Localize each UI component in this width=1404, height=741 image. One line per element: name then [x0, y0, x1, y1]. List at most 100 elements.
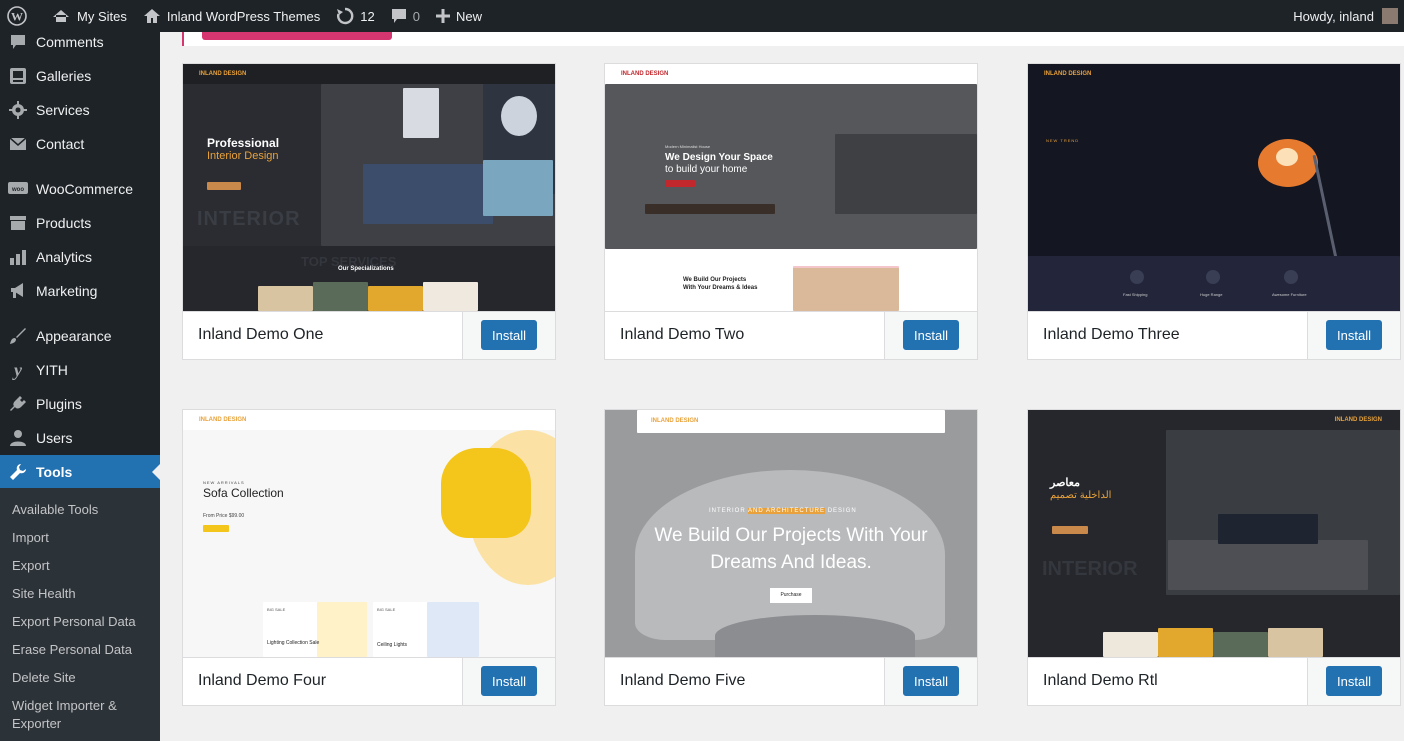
preview-headline: معاصر — [1050, 477, 1080, 489]
install-button[interactable]: Install — [1326, 666, 1382, 696]
menu-users[interactable]: Users — [0, 421, 160, 455]
install-button[interactable]: Install — [481, 320, 537, 350]
new-label: New — [455, 8, 482, 24]
submenu-widget-importer-exporter[interactable]: Widget Importer & Exporter — [12, 697, 152, 733]
preview-tile — [1103, 632, 1158, 657]
demo-card-footer: Inland Demo Two Install — [605, 311, 977, 359]
demo-preview-image[interactable]: INLAND DESIGN Professional Interior Desi… — [183, 64, 555, 311]
updates-menu[interactable]: 12 — [328, 0, 382, 32]
preview-tile — [368, 286, 423, 311]
preview-headline-sub: الداخلية تصميم — [1050, 490, 1112, 501]
menu-appearance[interactable]: Appearance — [0, 319, 160, 353]
plug-icon — [0, 395, 36, 413]
preview-logo: INLAND DESIGN — [1044, 71, 1092, 77]
preview-eyebrow-part: INTERIOR — [709, 508, 746, 514]
preview-logo: INLAND DESIGN — [621, 71, 669, 77]
menu-services[interactable]: Services — [0, 93, 160, 127]
preview-feature-icon — [1284, 270, 1298, 284]
preview-tile — [1268, 628, 1323, 657]
demo-preview-image[interactable]: INLAND DESIGN NEW TREND Fast Shipping Hu… — [1028, 64, 1400, 311]
submenu-delete-site[interactable]: Delete Site — [12, 669, 152, 687]
megaphone-icon — [0, 282, 36, 300]
install-button[interactable]: Install — [1326, 320, 1382, 350]
new-content-menu[interactable]: New — [428, 0, 490, 32]
site-name-menu[interactable]: Inland WordPress Themes — [135, 0, 328, 32]
menu-comments[interactable]: Comments — [0, 25, 160, 59]
preview-eyebrow-highlight: AND ARCHITECTURE — [748, 508, 826, 514]
menu-woocommerce[interactable]: woo WooCommerce — [0, 172, 160, 206]
demo-preview-image[interactable]: INLAND DESIGN INTERIOR AND ARCHITECTURE … — [605, 410, 977, 657]
preview-button — [207, 182, 241, 190]
demo-name: Inland Demo Five — [620, 672, 746, 689]
submenu-site-health[interactable]: Site Health — [12, 585, 152, 603]
menu-plugins[interactable]: Plugins — [0, 387, 160, 421]
preview-subtitle: Our Specializations — [338, 266, 394, 272]
preview-promo-title: Lighting Collection Sale — [267, 640, 320, 646]
comments-count: 0 — [412, 8, 420, 24]
demo-actions: Install — [1307, 312, 1400, 359]
demo-card: INLAND DESIGN NEW TREND Fast Shipping Hu… — [1027, 63, 1401, 360]
preview-feature-label: Huge Range — [1200, 292, 1223, 297]
menu-analytics[interactable]: Analytics — [0, 240, 160, 274]
preview-headline: We Build Our Projects With Your — [654, 525, 928, 546]
menu-products[interactable]: Products — [0, 206, 160, 240]
menu-yith[interactable]: y YITH — [0, 353, 160, 387]
comment-icon — [391, 9, 406, 23]
menu-label: Marketing — [36, 283, 98, 299]
preview-button — [1052, 526, 1088, 534]
menu-label: YITH — [36, 362, 68, 378]
submenu-export-personal-data[interactable]: Export Personal Data — [12, 613, 152, 631]
demo-preview-image[interactable]: INLAND DESIGN Modern Minimalist House We… — [605, 64, 977, 311]
demo-name: Inland Demo Three — [1043, 326, 1180, 343]
preview-headline-sub: Interior Design — [207, 150, 279, 162]
refresh-icon — [337, 7, 354, 25]
demo-card: INLAND DESIGN معاصر الداخلية تصميم INTER… — [1027, 409, 1401, 706]
demo-name: Inland Demo One — [198, 326, 324, 343]
preview-subtitle: We Build Our Projects — [683, 277, 747, 283]
preview-promo-tag: BIG SALE — [377, 607, 396, 612]
comments-menu[interactable]: 0 — [383, 0, 428, 32]
demo-card-footer: Inland Demo Four Install — [183, 657, 555, 705]
submenu-import[interactable]: Import — [12, 529, 152, 547]
preview-nav: INLAND DESIGN — [183, 64, 555, 84]
my-account-menu[interactable]: Howdy, inland — [1293, 8, 1404, 24]
wrench-icon — [0, 463, 36, 481]
comment-icon — [0, 33, 36, 51]
preview-logo: INLAND DESIGN — [199, 71, 247, 77]
preview-logo: INLAND DESIGN — [651, 418, 699, 424]
preview-room — [793, 266, 899, 311]
preview-sofa — [835, 134, 977, 214]
submenu-available-tools[interactable]: Available Tools — [12, 501, 152, 519]
preview-tile — [423, 282, 478, 311]
my-sites-label: My Sites — [77, 8, 127, 24]
yith-icon: y — [0, 360, 36, 380]
demo-preview-image[interactable]: INLAND DESIGN معاصر الداخلية تصميم INTER… — [1028, 410, 1400, 657]
tools-submenu: Available Tools Import Export Site Healt… — [0, 488, 160, 741]
archive-icon — [0, 215, 36, 231]
preview-bed — [363, 164, 493, 224]
bar-chart-icon — [0, 249, 36, 265]
menu-tools[interactable]: Tools — [0, 455, 160, 489]
submenu-export[interactable]: Export — [12, 557, 152, 575]
svg-text:y: y — [12, 360, 23, 380]
demo-preview-image[interactable]: INLAND DESIGN NEW ARRIVALS Sofa Collecti… — [183, 410, 555, 657]
preview-nav: INLAND DESIGN — [183, 410, 555, 430]
install-button[interactable]: Install — [903, 320, 959, 350]
preview-eyebrow: Modern Minimalist House — [665, 144, 711, 149]
howdy-label: Howdy, inland — [1293, 8, 1374, 24]
menu-marketing[interactable]: Marketing — [0, 274, 160, 308]
menu-contact[interactable]: Contact — [0, 127, 160, 161]
demo-card-footer: Inland Demo Five Install — [605, 657, 977, 705]
preview-eyebrow: NEW ARRIVALS — [203, 480, 245, 485]
menu-label: WooCommerce — [36, 181, 133, 197]
demo-card-footer: Inland Demo One Install — [183, 311, 555, 359]
preview-feature-icon — [1130, 270, 1144, 284]
install-button[interactable]: Install — [481, 666, 537, 696]
preview-logo: INLAND DESIGN — [199, 417, 247, 423]
brush-icon — [0, 327, 36, 345]
notice-button[interactable] — [202, 32, 392, 40]
menu-galleries[interactable]: Galleries — [0, 59, 160, 93]
install-button[interactable]: Install — [903, 666, 959, 696]
submenu-erase-personal-data[interactable]: Erase Personal Data — [12, 641, 152, 659]
preview-eyebrow-part: DESIGN — [827, 508, 857, 514]
